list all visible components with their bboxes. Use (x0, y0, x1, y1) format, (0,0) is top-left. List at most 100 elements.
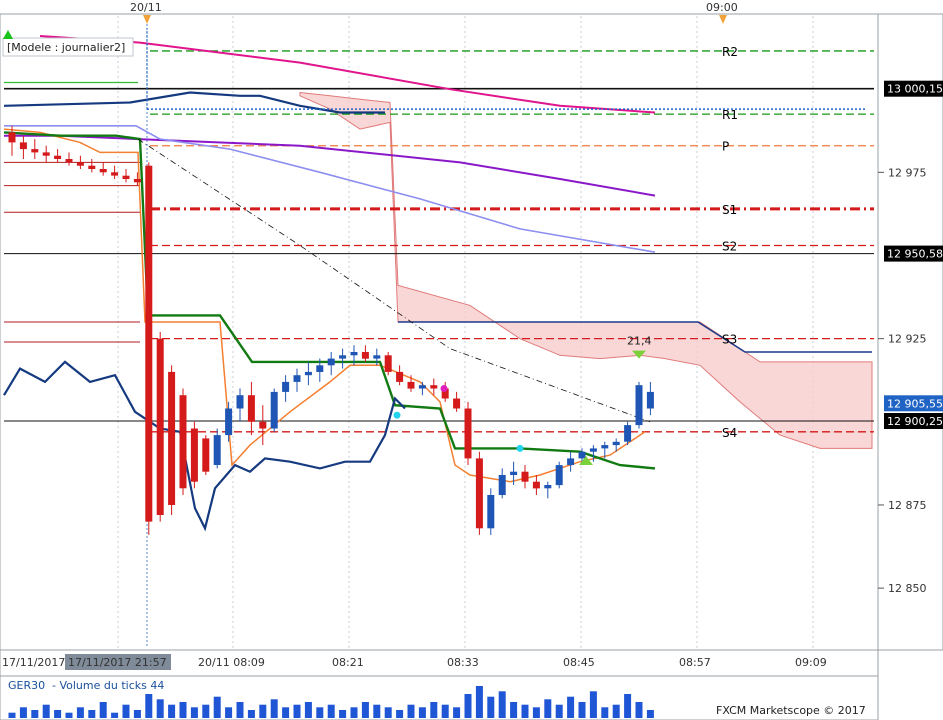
pivot-label-s1: S1 (722, 203, 737, 217)
volume-bar-4 (54, 710, 62, 718)
model-label: [Modele : journalier2] (7, 41, 125, 54)
candle-body-37 (430, 385, 438, 389)
volume-bar-10 (122, 704, 130, 718)
volume-bar-3 (42, 704, 50, 718)
volume-bar-22 (259, 704, 267, 718)
pivot-label-r1: R1 (722, 108, 738, 122)
volume-bar-50 (578, 702, 586, 718)
candle-body-12 (145, 165, 153, 522)
candle-body-50 (578, 451, 586, 459)
candle-body-4 (54, 155, 62, 159)
volume-bar-31 (361, 702, 369, 718)
volume-bar-49 (567, 696, 575, 718)
volume-bar-28 (327, 704, 335, 718)
volume-bar-47 (544, 699, 552, 718)
volume-bar-21 (247, 710, 255, 718)
candle-body-10 (122, 175, 130, 179)
volume-bar-5 (65, 712, 73, 718)
price-badge-label-0: 13 000,15 (887, 83, 943, 96)
volume-bar-43 (498, 691, 506, 718)
candle-body-2 (31, 149, 39, 153)
candle-body-26 (304, 371, 312, 376)
volume-bar-51 (589, 691, 597, 718)
volume-bar-9 (111, 712, 119, 718)
volume-bar-40 (464, 694, 472, 718)
volume-title: GER30 (8, 679, 45, 692)
candle-body-42 (487, 495, 495, 529)
candle-body-43 (498, 475, 506, 495)
candle-body-41 (475, 458, 483, 529)
volume-bar-53 (612, 704, 620, 718)
candle-body-17 (202, 438, 210, 472)
volume-bar-36 (418, 707, 426, 718)
candle-body-25 (293, 375, 301, 382)
pivot-label-p: P (722, 140, 729, 154)
volume-bar-33 (384, 707, 392, 718)
chart-root: R2 R1 P S1 S2 S3 S4 21,4 12 975 12 925 12 875 12 … (0, 1, 943, 720)
candle-body-30 (350, 352, 358, 356)
candle-body-5 (65, 159, 73, 163)
x-tick-label-5: 08:45 (563, 656, 595, 669)
volume-bar-39 (453, 707, 461, 718)
volume-bar-8 (99, 702, 107, 718)
volume-bar-55 (635, 702, 643, 718)
pivot-label-s4: S4 (722, 426, 737, 440)
price-badge-label-3: 12 900,25 (887, 415, 943, 428)
candle-body-33 (384, 355, 392, 372)
volume-bar-14 (168, 704, 176, 718)
candle-body-22 (259, 421, 267, 429)
candle-body-55 (635, 385, 643, 426)
candle-body-56 (646, 391, 654, 409)
volume-bar-52 (601, 707, 609, 718)
candle-body-9 (111, 172, 119, 176)
annotation-label: 21,4 (627, 335, 652, 348)
volume-bar-44 (510, 702, 518, 718)
volume-bar-45 (521, 704, 529, 718)
candle-body-20 (236, 395, 244, 409)
candle-body-44 (510, 471, 518, 475)
candle-body-35 (407, 381, 415, 389)
candle-body-21 (247, 395, 255, 422)
price-badge-label-2: 12 905,55 (887, 397, 943, 410)
volume-bar-7 (88, 710, 96, 718)
volume-bar-20 (236, 702, 244, 718)
volume-bar-41 (475, 686, 483, 718)
candle-body-28 (327, 358, 335, 366)
volume-bar-13 (156, 699, 164, 718)
candle-body-16 (190, 428, 198, 482)
x-tick-label-7: 09:09 (795, 656, 827, 669)
volume-bar-48 (555, 704, 563, 718)
pivot-label-s2: S2 (722, 240, 737, 254)
candle-body-18 (213, 435, 221, 465)
candle-body-52 (601, 445, 609, 449)
volume-bar-54 (624, 694, 632, 718)
candle-body-24 (282, 381, 290, 392)
candle-body-51 (589, 448, 597, 452)
candle-body-14 (168, 371, 176, 505)
candle-body-31 (361, 352, 369, 359)
volume-bar-46 (532, 707, 540, 718)
signal-dot-0 (393, 411, 401, 419)
volume-bar-35 (407, 704, 415, 718)
candle-body-46 (532, 481, 540, 489)
x-tick-label-0: 17/11/2017 (2, 656, 65, 669)
y-tick-label-2: 12 875 (888, 499, 927, 512)
candle-body-0 (8, 132, 16, 143)
x-tick-label-6: 08:57 (679, 656, 711, 669)
candle-body-1 (19, 142, 27, 150)
candle-body-49 (567, 458, 575, 466)
volume-bar-24 (282, 707, 290, 718)
volume-bar-27 (316, 707, 324, 718)
candle-body-29 (339, 355, 347, 359)
price-badge-label-1: 12 950,58 (887, 248, 943, 261)
copyright: FXCM Marketscope © 2017 (716, 704, 866, 717)
y-tick-label-1: 12 925 (888, 333, 927, 346)
candle-body-19 (225, 408, 233, 436)
volume-bar-18 (213, 696, 221, 718)
x-tick-label-2: 20/11 08:09 (198, 656, 265, 669)
candle-body-6 (76, 162, 84, 166)
candle-body-53 (612, 441, 620, 446)
top-marker-time: 09:00 (706, 1, 738, 14)
volume-bar-37 (430, 702, 438, 718)
candle-body-15 (179, 395, 187, 489)
